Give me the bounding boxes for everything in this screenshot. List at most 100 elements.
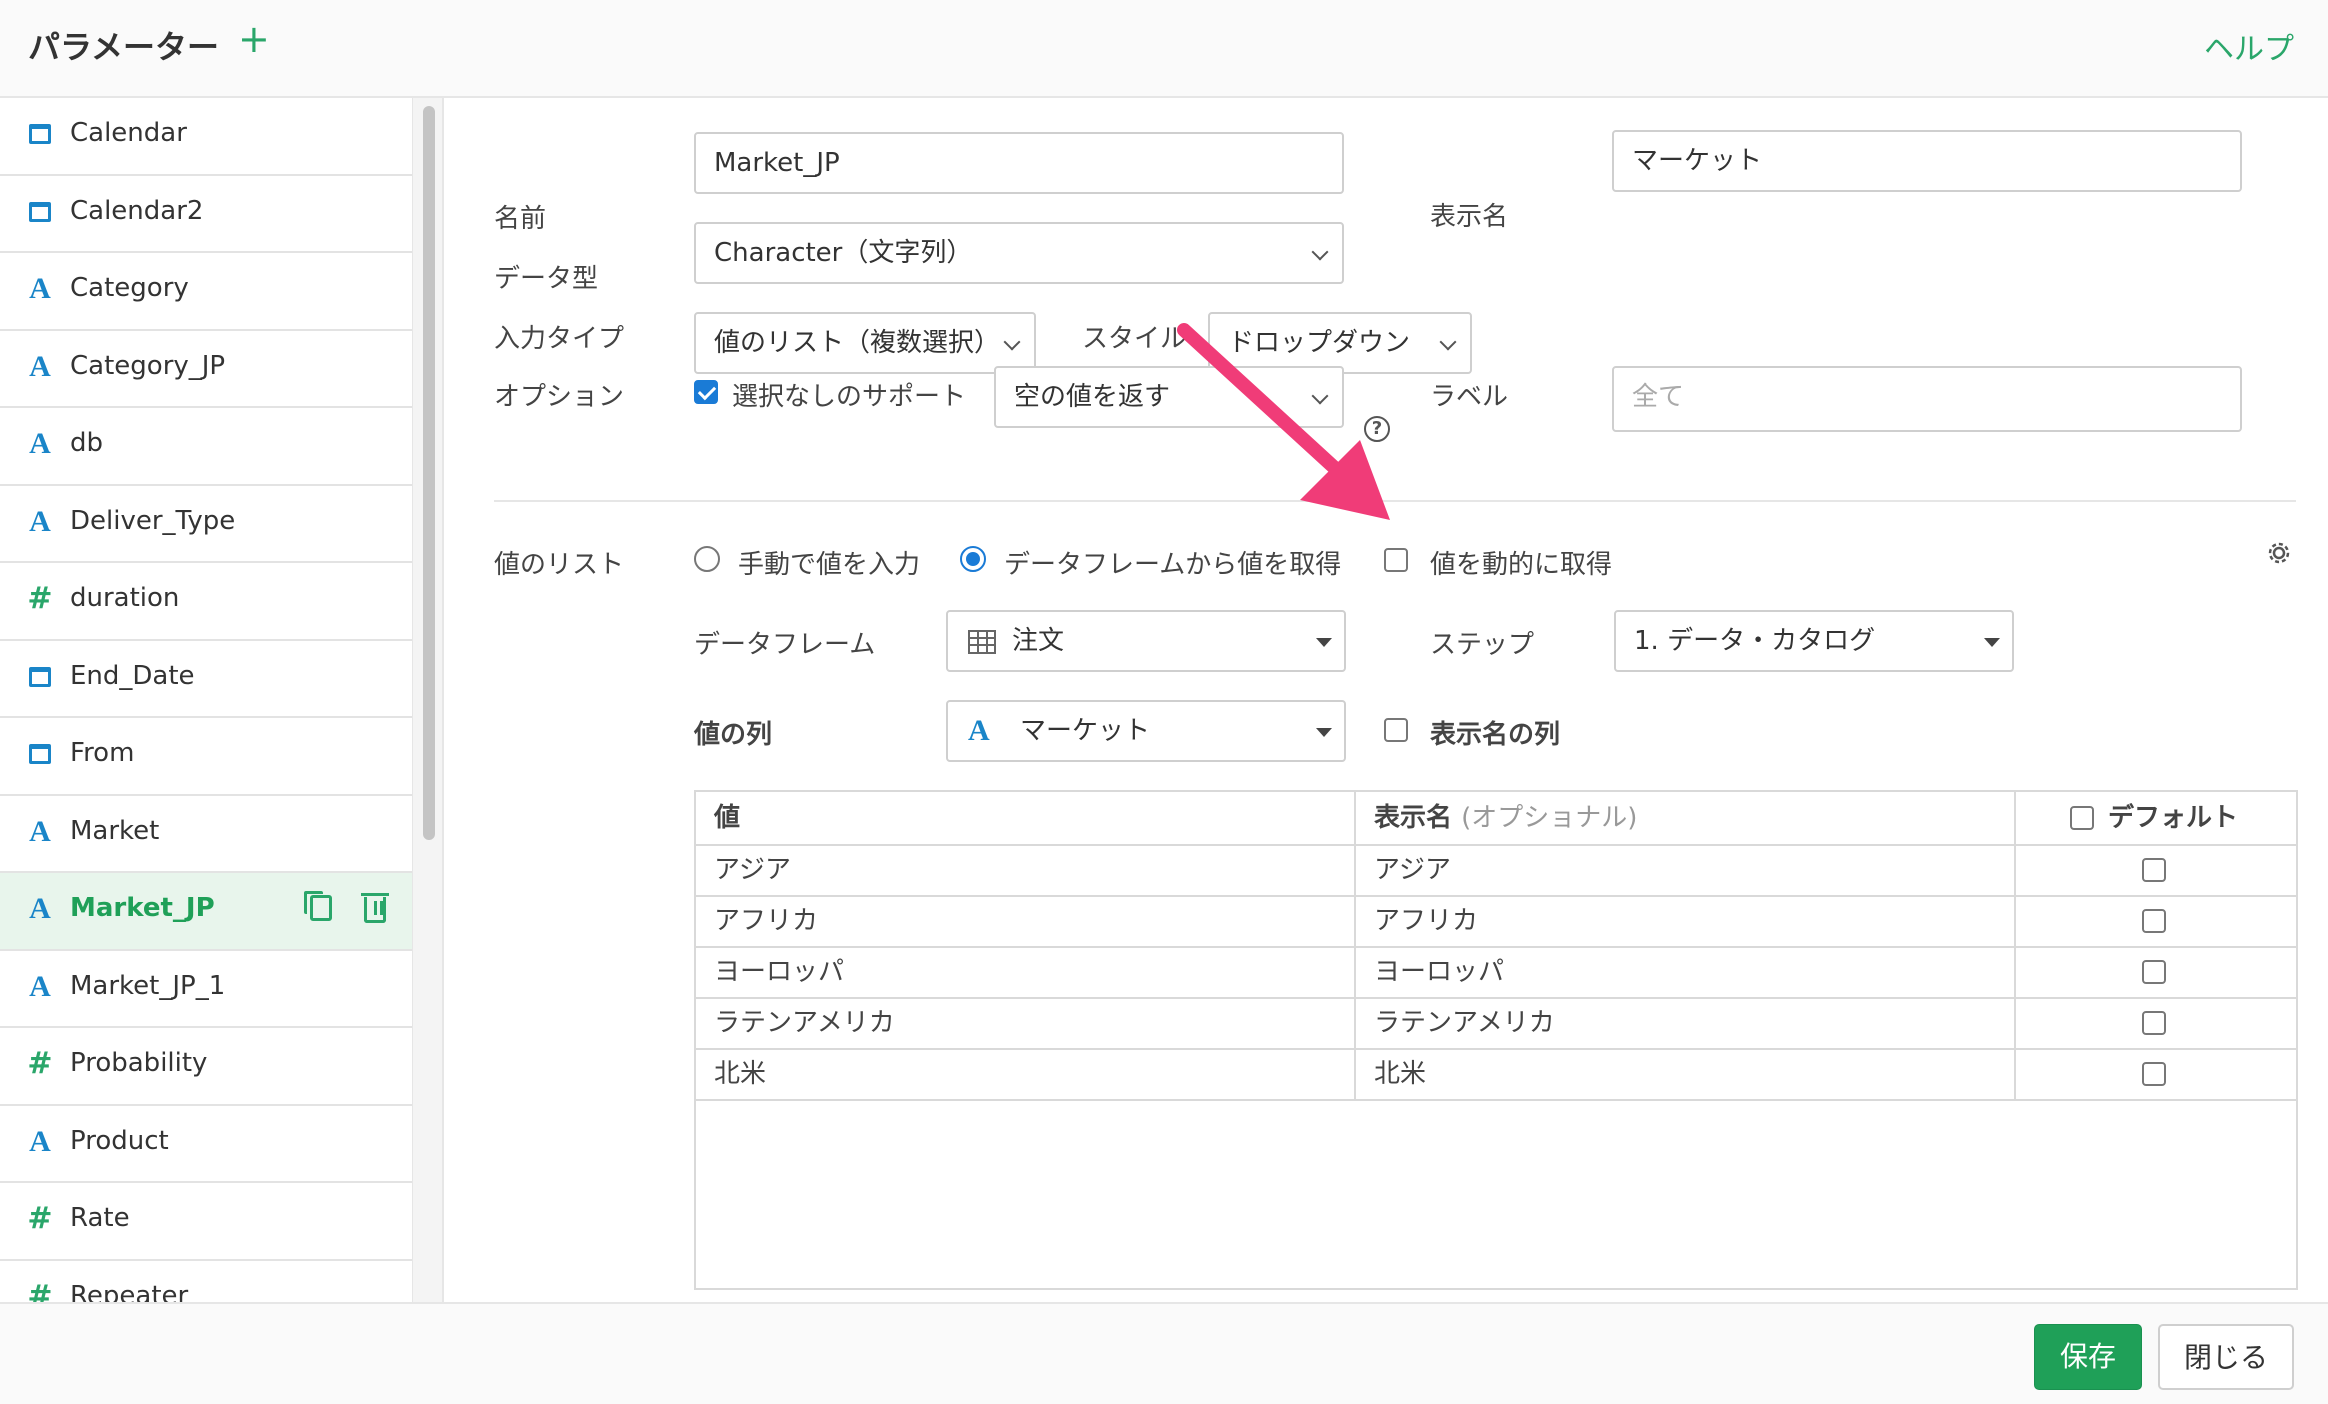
number-type-icon: #: [27, 581, 53, 616]
calendar-shape: [29, 201, 51, 222]
calendar-icon: [26, 118, 54, 150]
sidebar-item-label: Category: [70, 273, 189, 303]
sidebar-item[interactable]: # Rate: [0, 1183, 412, 1261]
input-type-select[interactable]: 値のリスト（複数選択）: [694, 312, 1036, 374]
sidebar-item[interactable]: Calendar2: [0, 176, 412, 253]
character-type-icon: A: [29, 349, 51, 383]
dialog-header: パラメーター + ヘルプ: [0, 0, 2328, 98]
default-checkbox[interactable]: [2142, 858, 2166, 882]
default-all-checkbox[interactable]: [2070, 806, 2094, 830]
sidebar-item[interactable]: A Deliver_Type: [0, 486, 412, 563]
label-input[interactable]: 全て: [1612, 366, 2242, 432]
calendar-shape: [29, 744, 51, 764]
default-checkbox[interactable]: [2142, 960, 2166, 984]
cell-display[interactable]: ラテンアメリカ: [1356, 999, 2016, 1048]
sidebar-item[interactable]: A Product: [0, 1106, 412, 1183]
cell-value[interactable]: アジア: [696, 846, 1356, 895]
dynamic-values-label: 値を動的に取得: [1430, 550, 1613, 580]
number-type-icon: #: [27, 1201, 53, 1236]
calendar-icon: [26, 661, 54, 693]
sidebar-item[interactable]: A Category: [0, 253, 412, 331]
datatype-label: データ型: [494, 264, 599, 294]
sidebar-item[interactable]: End_Date: [0, 641, 412, 718]
step-value: 1. データ・カタログ: [1634, 626, 1876, 656]
sidebar-item-label: Market_JP: [70, 893, 215, 923]
sidebar-item-label: duration: [70, 583, 180, 613]
display-name-input[interactable]: マーケット: [1612, 130, 2242, 192]
sidebar-item[interactable]: Calendar: [0, 98, 412, 176]
close-button[interactable]: 閉じる: [2158, 1324, 2294, 1390]
cell-value[interactable]: 北米: [696, 1050, 1356, 1099]
cell-display[interactable]: アフリカ: [1356, 897, 2016, 946]
sidebar-item-label: From: [70, 738, 135, 768]
radio-dataframe[interactable]: [960, 546, 986, 572]
parameter-editor: 名前 Market_JP 表示名 マーケット データ型 Character（文字…: [444, 98, 2328, 1302]
cell-display[interactable]: 北米: [1356, 1050, 2016, 1099]
calendar-shape: [29, 666, 51, 687]
value-column-select[interactable]: A マーケット: [946, 700, 1346, 762]
section-divider: [494, 500, 2296, 502]
display-column-checkbox[interactable]: [1384, 718, 1408, 742]
default-checkbox[interactable]: [2142, 1062, 2166, 1086]
sidebar-item[interactable]: A Market: [0, 796, 412, 873]
character-type-icon: A: [29, 814, 51, 848]
display-column-label: 表示名の列: [1430, 720, 1561, 750]
radio-manual[interactable]: [694, 546, 720, 572]
sidebar-item-label: Deliver_Type: [70, 505, 236, 536]
dataframe-select[interactable]: 注文: [946, 610, 1346, 672]
sidebar-item[interactable]: A Category_JP: [0, 331, 412, 408]
gear-icon[interactable]: [2264, 538, 2294, 568]
dynamic-values-checkbox[interactable]: [1384, 548, 1408, 572]
sidebar-item-label: Market: [70, 815, 160, 846]
sidebar-item[interactable]: # Probability: [0, 1028, 412, 1106]
header-display-label: 表示名: [1374, 803, 1453, 833]
character-type-icon: A: [29, 892, 51, 925]
character-type-icon: A: [29, 504, 51, 538]
support-none-checkbox[interactable]: [694, 380, 718, 404]
sidebar-item[interactable]: A Market_JP: [0, 873, 412, 951]
help-icon[interactable]: ?: [1364, 416, 1390, 442]
cell-value[interactable]: ラテンアメリカ: [696, 999, 1356, 1048]
sidebar-item-label: Market_JP_1: [70, 970, 226, 1001]
step-select[interactable]: 1. データ・カタログ: [1614, 610, 2014, 672]
header-value: 値: [696, 792, 1356, 844]
add-parameter-button[interactable]: +: [238, 20, 270, 58]
sidebar-item-label: Product: [70, 1125, 169, 1156]
name-input[interactable]: Market_JP: [694, 132, 1344, 194]
radio-manual-label: 手動で値を入力: [738, 550, 921, 580]
cell-display[interactable]: ヨーロッパ: [1356, 948, 2016, 997]
trash-icon[interactable]: [361, 893, 389, 923]
cell-default: [2016, 948, 2296, 997]
save-button[interactable]: 保存: [2034, 1324, 2142, 1390]
table-header-row: 値 表示名 (オプショナル) デフォルト: [696, 792, 2296, 846]
copy-icon[interactable]: [304, 891, 332, 921]
number-type-icon: #: [27, 1278, 53, 1302]
sidebar-item[interactable]: Adb: [0, 408, 412, 486]
dataframe-value: 注文: [1012, 626, 1065, 656]
sidebar-item-label: Calendar: [70, 118, 187, 148]
help-link[interactable]: ヘルプ: [2204, 24, 2294, 68]
cell-value[interactable]: アフリカ: [696, 897, 1356, 946]
sidebar-item[interactable]: # duration: [0, 563, 412, 641]
default-checkbox[interactable]: [2142, 1011, 2166, 1035]
input-type-label: 入力タイプ: [494, 324, 625, 354]
sidebar-item-label: Repeater: [70, 1280, 189, 1303]
cell-default: [2016, 846, 2296, 895]
datatype-select[interactable]: Character（文字列）: [694, 222, 1344, 284]
cell-display[interactable]: アジア: [1356, 846, 2016, 895]
table-row: アジア アジア: [696, 846, 2296, 897]
sidebar-item[interactable]: From: [0, 718, 412, 796]
sidebar-item[interactable]: A Market_JP_1: [0, 951, 412, 1028]
character-type-icon: A: [29, 1124, 51, 1158]
scrollbar-thumb[interactable]: [423, 106, 435, 840]
style-select[interactable]: ドロップダウン: [1208, 312, 1472, 374]
calendar-icon: [26, 738, 54, 770]
sidebar-item[interactable]: # Repeater: [0, 1261, 412, 1303]
sidebar-scrollbar[interactable]: [412, 98, 444, 1302]
character-type-icon: A: [29, 969, 51, 1003]
cell-value[interactable]: ヨーロッパ: [696, 948, 1356, 997]
default-checkbox[interactable]: [2142, 909, 2166, 933]
value-column-label: 値の列: [694, 720, 773, 750]
sidebar-item-label: End_Date: [70, 660, 195, 691]
empty-value-select[interactable]: 空の値を返す: [994, 366, 1344, 428]
